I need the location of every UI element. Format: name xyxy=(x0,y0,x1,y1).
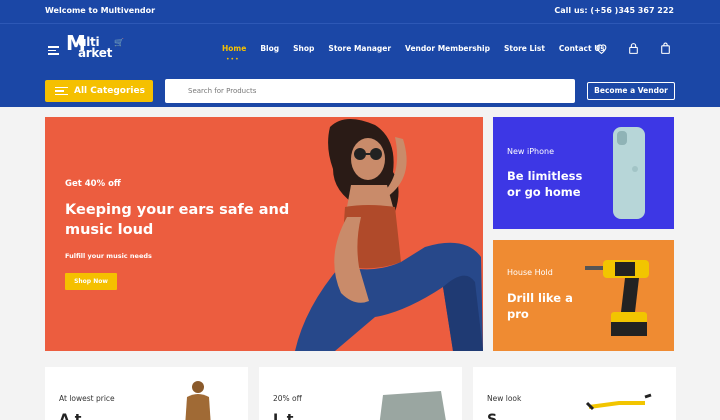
card-title: L t xyxy=(273,412,294,420)
main-nav: Home Blog Shop Store Manager Vendor Memb… xyxy=(222,44,619,53)
promo-headline: Drill like a pro xyxy=(507,291,573,321)
hero-kicker: Get 40% off xyxy=(65,179,121,189)
menu-lines-icon xyxy=(55,85,68,98)
nav-home[interactable]: Home xyxy=(222,44,246,53)
lock-icon[interactable] xyxy=(627,42,640,55)
hero-subtitle: Fulfill your music needs xyxy=(65,252,152,260)
nav-shop[interactable]: Shop xyxy=(293,44,314,53)
promo-house-hold[interactable]: House Hold Drill like a pro xyxy=(493,240,674,351)
active-nav-dots: ••• xyxy=(226,56,240,63)
statue-image xyxy=(185,381,211,420)
search-row: All Categories Search for Products Becom… xyxy=(0,75,720,107)
laptop-image xyxy=(379,391,446,420)
all-categories-button[interactable]: All Categories xyxy=(45,80,153,102)
shop-now-button[interactable]: Shop Now xyxy=(65,273,117,290)
product-card[interactable]: 20% off L t xyxy=(259,367,462,420)
become-vendor-button[interactable]: Become a Vendor xyxy=(587,82,675,100)
call-us-text[interactable]: Call us: (+56 )345 367 222 xyxy=(554,6,674,15)
nav-blog[interactable]: Blog xyxy=(260,44,279,53)
menu-icon[interactable] xyxy=(48,46,59,55)
card-tag: 20% off xyxy=(273,394,302,403)
promo-headline: Be limitless or go home xyxy=(507,169,583,199)
card-tag: New look xyxy=(487,394,522,403)
logo-cart-icon: 🛒 xyxy=(114,38,124,47)
card-tag: At lowest price xyxy=(59,394,115,403)
promo-tag: New iPhone xyxy=(507,147,554,156)
hero-headline: Keeping your ears safe and music loud xyxy=(65,202,290,238)
hero-model-image xyxy=(295,118,483,351)
promo-new-iphone[interactable]: New iPhone Be limitless or go home xyxy=(493,117,674,229)
drill-image xyxy=(585,260,649,336)
search-input[interactable]: Search for Products xyxy=(165,79,575,103)
nav-vendor-membership[interactable]: Vendor Membership xyxy=(405,44,490,53)
welcome-text: Welcome to Multivendor xyxy=(45,6,156,15)
heart-icon[interactable] xyxy=(595,42,608,55)
promo-tag: House Hold xyxy=(507,268,553,277)
logo[interactable]: M ulti arket 🛒 xyxy=(66,33,124,59)
bicycle-image xyxy=(585,393,652,411)
nav-store-manager[interactable]: Store Manager xyxy=(328,44,391,53)
iphone-image xyxy=(613,127,645,219)
card-title: S xyxy=(487,412,498,420)
bag-icon[interactable] xyxy=(659,42,672,55)
nav-store-list[interactable]: Store List xyxy=(504,44,545,53)
product-card[interactable]: New look S xyxy=(473,367,676,420)
top-bar: Welcome to Multivendor Call us: (+56 )34… xyxy=(0,0,720,23)
hero-banner[interactable]: Get 40% off Keeping your ears safe and m… xyxy=(45,117,483,351)
header: M ulti arket 🛒 Home Blog Shop Store Mana… xyxy=(0,23,720,75)
product-card[interactable]: At lowest price A t xyxy=(45,367,248,420)
header-icons xyxy=(595,42,672,55)
card-title: A t xyxy=(59,412,82,420)
